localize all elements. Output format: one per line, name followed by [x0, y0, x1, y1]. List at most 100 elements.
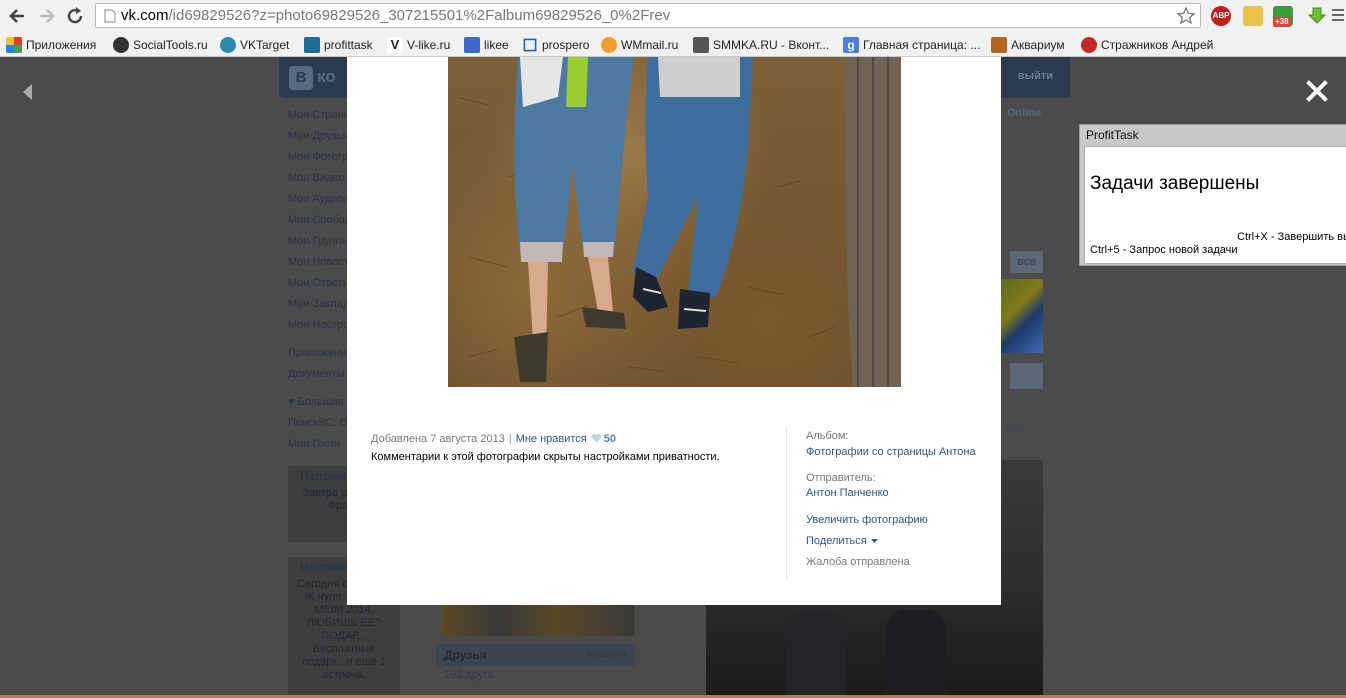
- adblock-extension-button[interactable]: ABP: [1211, 6, 1231, 26]
- bookmark-vktarget[interactable]: VKTarget: [220, 36, 289, 54]
- bookmark-label: WMmail.ru: [621, 38, 679, 52]
- ad-thumbnail[interactable]: [1000, 279, 1043, 353]
- vk-logo[interactable]: В: [289, 66, 313, 90]
- menu-my-groups[interactable]: Мои Группы: [288, 231, 348, 252]
- sender-label: Отправитель:: [806, 472, 876, 484]
- smmka-icon: [693, 37, 709, 53]
- profittask-hint-request: Ctrl+5 - Запрос новой задачи: [1090, 244, 1238, 256]
- menu-my-bookmarks[interactable]: Мои Заклад: [288, 294, 348, 315]
- notes-extension-button[interactable]: [1243, 6, 1263, 26]
- all-link[interactable]: все: [1010, 251, 1043, 273]
- menu-my-photos[interactable]: Мои Фотогр: [288, 147, 348, 168]
- sender-link[interactable]: Антон Панченко: [806, 486, 889, 500]
- bookmark-label: SocialTools.ru: [133, 38, 208, 52]
- bookmark-star-icon[interactable]: [1176, 6, 1196, 26]
- bookmark-socialtools[interactable]: SocialTools.ru: [113, 36, 208, 54]
- url-text[interactable]: vk.com/id69829526?z=photo69829526_307215…: [121, 7, 670, 24]
- menu-my-audio[interactable]: Мои Аудиоз: [288, 189, 348, 210]
- bookmark-strazhnikov[interactable]: Стражников Андрей: [1081, 36, 1213, 54]
- logout-link[interactable]: выйти: [1018, 70, 1053, 82]
- menu-my-friends[interactable]: Мои Друзья: [288, 126, 348, 147]
- photo-image[interactable]: [448, 57, 901, 387]
- prospero-icon: [523, 38, 537, 52]
- photo-info: Добавлена 7 августа 2013 | Мне нравится 50 …: [371, 433, 781, 463]
- forward-arrow-icon: [40, 9, 55, 23]
- vk-logo-text: ко: [317, 67, 336, 86]
- info-divider: [786, 427, 787, 580]
- bookmark-likee[interactable]: likee: [464, 36, 509, 54]
- reload-icon: [67, 7, 83, 24]
- album-link[interactable]: Фотографии со страницы Антона: [806, 445, 976, 459]
- back-arrow-icon: [9, 9, 24, 23]
- truncated-text: тра...: [1005, 421, 1032, 433]
- menu-my-messages[interactable]: Мои Сообщ: [288, 210, 348, 231]
- previous-photo-arrow-icon[interactable]: [20, 83, 36, 101]
- apps-grid-icon: [6, 37, 22, 53]
- address-bar[interactable]: vk.com/id69829526?z=photo69829526_307215…: [95, 3, 1201, 28]
- gifts-strip[interactable]: [441, 602, 635, 636]
- bookmark-profittask[interactable]: profittask: [304, 36, 373, 54]
- menu-my-news[interactable]: Мои Новост: [288, 252, 348, 273]
- bookmark-wmmail[interactable]: WMmail.ru: [601, 36, 678, 54]
- aquarium-icon: [991, 37, 1007, 53]
- bookmark-google[interactable]: g Главная страница: ...: [843, 36, 980, 54]
- share-label: Поделиться: [806, 535, 867, 547]
- friends-news-link[interactable]: новости: [586, 649, 627, 660]
- menu-my-answers[interactable]: Мои Ответы: [288, 273, 348, 294]
- bookmark-apps[interactable]: Приложения: [6, 36, 96, 54]
- mail-badge: +38: [1273, 17, 1291, 27]
- browser-menu-button[interactable]: [1332, 6, 1346, 26]
- url-host: vk.com: [121, 7, 169, 24]
- bookmark-label: likee: [484, 38, 509, 52]
- bookmark-smmka[interactable]: SMMKA.RU - Вконт...: [693, 36, 829, 54]
- enlarge-photo-link[interactable]: Увеличить фотографию: [806, 513, 928, 527]
- forward-button[interactable]: [36, 5, 58, 27]
- likee-thumb-icon: [464, 37, 480, 53]
- profittask-title: ProfitTask: [1086, 128, 1139, 142]
- download-extension-button[interactable]: [1307, 6, 1327, 26]
- mail-extension-button[interactable]: +38: [1273, 6, 1293, 27]
- vk-left-menu: Моя Страни Мои Друзья Мои Фотогр Мои Вид…: [288, 105, 348, 455]
- photo-viewer: Добавлена 7 августа 2013 | Мне нравится 50 …: [347, 57, 1001, 605]
- friends-block-header[interactable]: Друзья новости: [436, 644, 635, 666]
- bookmark-label: SMMKA.RU - Вконт...: [713, 38, 830, 52]
- bookmark-aquarium[interactable]: Аквариум: [991, 36, 1065, 54]
- back-button[interactable]: [6, 5, 28, 27]
- download-arrow-icon: [1307, 7, 1327, 24]
- like-count[interactable]: 50: [604, 433, 616, 445]
- url-path: /id69829526?z=photo69829526_307215501%2F…: [168, 7, 671, 24]
- vlike-icon: V: [387, 37, 403, 53]
- profile-icon: [1081, 37, 1097, 53]
- separator: |: [508, 433, 512, 445]
- friends-title[interactable]: Друзья: [444, 648, 487, 662]
- wmmail-icon: [601, 37, 617, 53]
- added-date: Добавлена 7 августа 2013: [371, 433, 505, 445]
- close-viewer-icon[interactable]: [1305, 79, 1329, 103]
- browser-toolbar: vk.com/id69829526?z=photo69829526_307215…: [0, 0, 1346, 33]
- section-bar: [1010, 363, 1043, 389]
- bookmark-label: VKTarget: [240, 38, 290, 52]
- menu-app-guests[interactable]: Мои Гости: [288, 434, 348, 455]
- share-dropdown[interactable]: Поделиться: [806, 534, 878, 548]
- google-icon: g: [843, 37, 859, 53]
- menu-app-search[interactable]: ПоискВС: О: [288, 413, 348, 434]
- comments-hidden-notice: Комментарии к этой фотографии скрыты нас…: [371, 451, 720, 463]
- heart-icon[interactable]: [591, 433, 602, 443]
- profittask-window[interactable]: ProfitTask Задачи завершены Ctrl+X - Зав…: [1079, 124, 1346, 266]
- bookmark-label: Стражников Андрей: [1101, 38, 1214, 52]
- bookmarks-bar: Приложения SocialTools.ru VKTarget profi…: [0, 33, 1346, 57]
- bookmark-label: V-like.ru: [407, 38, 451, 52]
- reload-button[interactable]: [64, 5, 86, 27]
- menu-apps[interactable]: Приложени: [288, 343, 348, 364]
- report-status: Жалоба отправлена: [806, 556, 910, 568]
- menu-documents[interactable]: Документы: [288, 364, 348, 385]
- menu-app-big[interactable]: ♥ Большие: [288, 392, 348, 413]
- bookmark-vlike[interactable]: V V-like.ru: [387, 36, 450, 54]
- menu-my-page[interactable]: Моя Страни: [288, 105, 348, 126]
- photo-meta-line: Добавлена 7 августа 2013 | Мне нравится 50: [371, 433, 781, 445]
- friends-count: 193 друга: [444, 669, 494, 681]
- like-button[interactable]: Мне нравится: [516, 433, 587, 445]
- menu-my-videos[interactable]: Мои Видеоз: [288, 168, 348, 189]
- bookmark-prospero[interactable]: prospero: [522, 36, 589, 54]
- menu-my-settings[interactable]: Мои Настро: [288, 315, 348, 336]
